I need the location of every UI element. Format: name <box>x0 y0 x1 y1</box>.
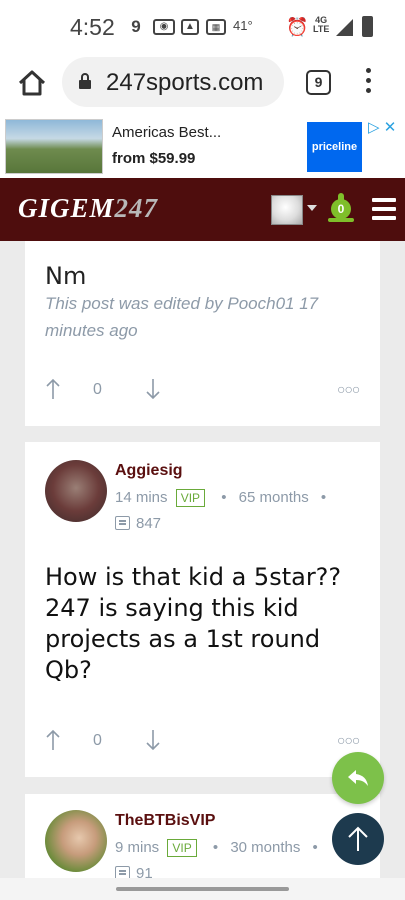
status-time: 4:52 <box>70 14 115 40</box>
post-body: How is that kid a 5star?? 247 is saying … <box>45 563 342 684</box>
image-icon: ▲ <box>181 19 199 35</box>
upvote-icon[interactable] <box>45 728 61 752</box>
chevron-down-icon[interactable] <box>307 205 317 211</box>
edit-note: This post was edited by Pooch01 17 minut… <box>45 294 319 340</box>
camera-icon: ◉ <box>153 19 175 35</box>
ad-image <box>5 119 103 174</box>
site-logo[interactable]: GIGEM247 <box>18 193 158 224</box>
vote-row: 0 ○○○ <box>45 728 365 756</box>
network-indicator: 4G LTE <box>313 15 330 34</box>
temperature: 41° <box>233 18 253 33</box>
system-nav-bar <box>0 878 405 900</box>
reply-count: 847 <box>115 515 161 532</box>
author-name[interactable]: Aggiesig <box>115 462 183 480</box>
battery-icon <box>362 16 373 37</box>
post-card: Aggiesig 14 mins VIP • 65 months • 847 H… <box>25 442 380 777</box>
post-card: Nm This post was edited by Pooch01 17 mi… <box>25 241 380 426</box>
ad-brand-logo: priceline <box>307 122 362 172</box>
ad-price: from $59.99 <box>112 150 196 167</box>
home-gesture-bar[interactable] <box>116 887 289 891</box>
ad-banner[interactable]: Americas Best... from $59.99 priceline ▷… <box>0 116 405 178</box>
vote-count: 0 <box>93 732 102 749</box>
notifications-bell-icon[interactable]: 0 <box>327 193 355 225</box>
notification-count: 0 <box>331 199 351 219</box>
home-icon[interactable] <box>17 69 47 97</box>
post-time: 9 mins <box>115 839 160 856</box>
member-tenure: 30 months <box>230 839 301 856</box>
ad-title: Americas Best... <box>112 124 222 141</box>
post-time: 14 mins <box>115 489 168 506</box>
user-avatar[interactable] <box>271 195 303 225</box>
member-tenure: 65 months <box>238 489 309 506</box>
notification-icon: 9 <box>131 17 141 36</box>
address-bar[interactable]: 247sports.com <box>62 57 284 107</box>
more-options-icon[interactable]: ○○○ <box>337 732 360 748</box>
tab-switcher-button[interactable]: 9 <box>306 70 331 95</box>
vote-count: 0 <box>93 381 102 398</box>
signal-icon <box>336 19 353 36</box>
arrow-up-icon <box>348 826 368 851</box>
browser-menu-button[interactable] <box>363 68 373 98</box>
downvote-icon[interactable] <box>145 377 161 401</box>
vote-row: 0 ○○○ <box>45 377 365 405</box>
post-body: Nm <box>45 262 87 290</box>
url-text: 247sports.com <box>106 69 264 96</box>
scroll-to-top-button[interactable] <box>332 813 384 865</box>
downvote-icon[interactable] <box>145 728 161 752</box>
lock-icon <box>79 73 91 89</box>
reply-fab-button[interactable] <box>332 752 384 804</box>
post-meta: 14 mins VIP • 65 months • <box>115 489 327 507</box>
site-logo-number: 247 <box>114 193 159 223</box>
author-name[interactable]: TheBTBisVIP <box>115 812 215 830</box>
ad-choices-icon[interactable]: ▷ ✕ <box>368 118 396 136</box>
site-logo-text: GIGEM <box>18 193 115 223</box>
alarm-icon: ⏰ <box>286 17 309 37</box>
upvote-icon[interactable] <box>45 377 61 401</box>
message-icon <box>115 516 130 530</box>
more-options-icon[interactable]: ○○○ <box>337 381 360 397</box>
hamburger-menu-icon[interactable] <box>372 198 396 220</box>
reply-arrow-icon <box>348 770 368 786</box>
post-meta: 9 mins VIP • 30 months • <box>115 839 318 857</box>
status-bar: 4:52 9 ◉ ▲ ▦ 41° ⏰ 4G LTE <box>0 0 405 54</box>
avatar[interactable] <box>45 810 107 872</box>
site-header: GIGEM247 0 <box>0 178 405 241</box>
calendar-icon: ▦ <box>206 19 226 35</box>
reply-count-value: 847 <box>136 515 162 532</box>
vip-badge: VIP <box>167 839 197 857</box>
browser-toolbar: 247sports.com 9 <box>0 54 405 116</box>
avatar[interactable] <box>45 460 107 522</box>
vip-badge: VIP <box>175 489 206 507</box>
